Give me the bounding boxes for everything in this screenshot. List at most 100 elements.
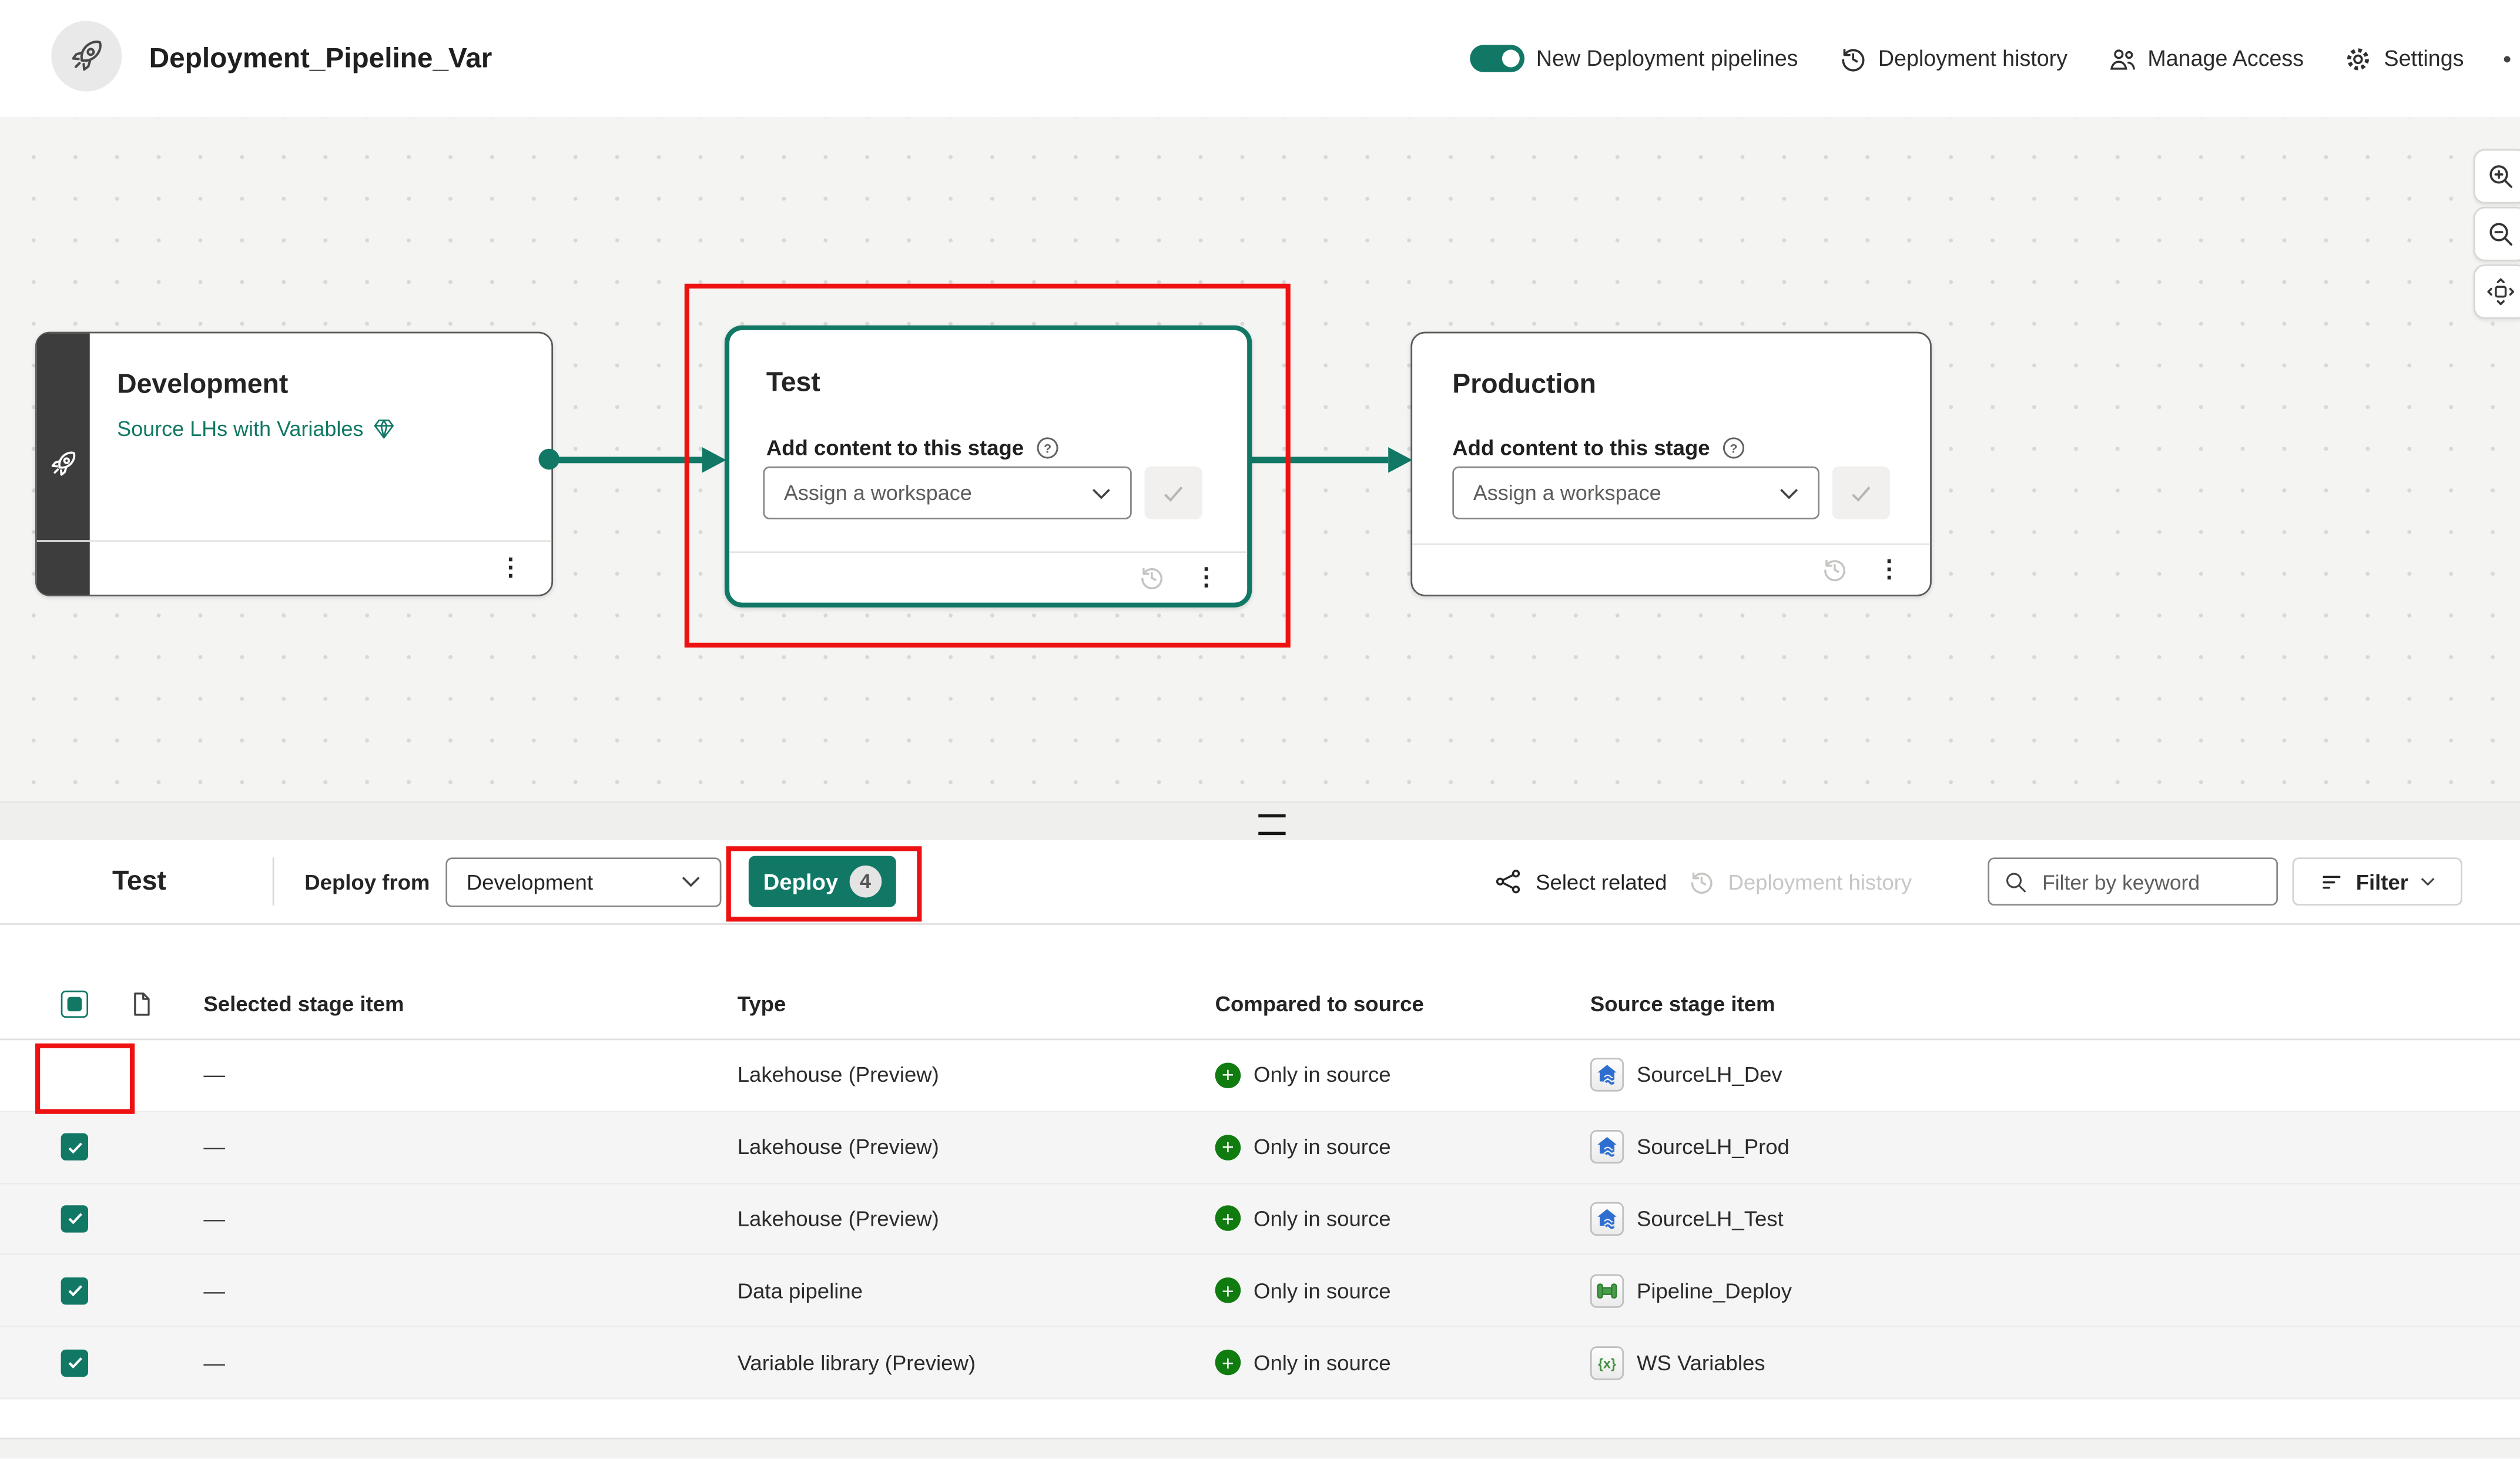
add-content-row: Add content to this stage ? [1452, 436, 1745, 460]
table-row[interactable]: — Variable library (Preview) + Only in s… [0, 1327, 2520, 1399]
rocket-icon [68, 37, 106, 75]
workspace-link[interactable]: Source LHs with Variables [117, 417, 396, 441]
confirm-assign-button[interactable] [1832, 467, 1890, 519]
plus-circle-icon: + [1215, 1062, 1241, 1088]
table-header: Selected stage item Type Compared to sou… [0, 968, 2520, 1041]
plus-circle-icon: + [1215, 1134, 1241, 1160]
keyword-filter-box [1988, 857, 2278, 905]
new-pipelines-toggle[interactable] [1470, 45, 1525, 72]
more-vertical-icon[interactable]: ⋮ [498, 556, 522, 581]
row-checkbox[interactable] [61, 1133, 88, 1161]
pipeline-logo [51, 21, 122, 91]
people-icon [2107, 44, 2136, 73]
chevron-down-icon [2421, 877, 2436, 886]
row-checkbox[interactable] [61, 1277, 88, 1304]
more-vertical-icon[interactable]: ⋮ [1194, 566, 1218, 590]
gem-icon [371, 417, 396, 441]
lakehouse-icon [1590, 1058, 1624, 1092]
column-header-compared[interactable]: Compared to source [1215, 991, 1590, 1015]
deployment-history-button-disabled[interactable]: Deployment history [1688, 840, 1912, 923]
chevron-down-icon [1092, 487, 1111, 499]
horizontal-scrollbar-track[interactable] [0, 1438, 2520, 1458]
check-icon [1848, 480, 1874, 506]
arrowhead-to-production [1388, 447, 1412, 473]
stage-card-test[interactable]: Test Add content to this stage ? Assign … [725, 326, 1252, 608]
add-content-row: Add content to this stage ? [766, 436, 1059, 460]
arrowhead-to-test [702, 447, 726, 473]
zoom-in-icon [2487, 162, 2515, 190]
deploy-count-badge: 4 [849, 866, 882, 898]
column-header-type[interactable]: Type [738, 991, 1215, 1015]
select-all-checkbox[interactable] [61, 990, 88, 1017]
row-checkbox[interactable] [61, 1205, 88, 1232]
plus-circle-icon: + [1215, 1206, 1241, 1232]
variable-library-icon: {x} [1590, 1346, 1624, 1379]
document-icon[interactable] [128, 990, 203, 1017]
plus-circle-icon: + [1215, 1350, 1241, 1376]
stage-card-production[interactable]: Production Add content to this stage ? A… [1410, 332, 1932, 596]
row-checkbox[interactable] [61, 1349, 88, 1376]
assign-workspace-dropdown[interactable]: Assign a workspace [763, 467, 1131, 519]
search-input[interactable] [2039, 868, 2262, 895]
stage-footer: ⋮ [1412, 544, 1930, 595]
panel-splitter[interactable] [0, 801, 2520, 841]
column-header-source[interactable]: Source stage item [1590, 991, 2520, 1015]
deploy-button[interactable]: Deploy 4 [749, 856, 896, 907]
pipeline-icon [1590, 1274, 1624, 1307]
more-vertical-icon[interactable]: ⋮ [1877, 558, 1901, 582]
drag-handle-icon[interactable] [1258, 814, 1285, 835]
chevron-down-icon [681, 875, 701, 888]
history-icon[interactable] [1821, 556, 1848, 583]
chevron-down-icon [1780, 487, 1799, 499]
divider [273, 857, 274, 905]
filter-icon [2319, 870, 2343, 894]
connector-dev-test [550, 457, 702, 462]
app-header: Deployment_Pipeline_Var New Deployment p… [0, 0, 2520, 119]
table-row[interactable]: — Lakehouse (Preview) + Only in source S… [0, 1184, 2520, 1256]
assign-workspace-row: Assign a workspace [1452, 467, 1890, 519]
stage-title: Test [766, 367, 820, 400]
deployment-pipeline-page: Deployment_Pipeline_Var New Deployment p… [0, 0, 2520, 1458]
history-icon[interactable] [1138, 564, 1165, 591]
manage-access-button[interactable]: Manage Access [2107, 44, 2304, 73]
rocket-icon [48, 449, 79, 479]
confirm-assign-button[interactable] [1145, 467, 1202, 519]
help-icon[interactable]: ? [1035, 436, 1059, 460]
fit-to-screen-button[interactable] [2474, 264, 2520, 319]
svg-text:{x}: {x} [1598, 1356, 1616, 1371]
toggle-label: New Deployment pipelines [1536, 46, 1798, 71]
table-row[interactable]: — Data pipeline + Only in source Pipelin… [0, 1256, 2520, 1327]
deploy-toolbar: Test Deploy from Development Deploy 4 Se… [0, 840, 2520, 925]
table-row[interactable]: — Lakehouse (Preview) + Only in source S… [0, 1040, 2520, 1112]
zoom-out-button[interactable] [2474, 207, 2520, 261]
deploy-from-dropdown[interactable]: Development [445, 857, 721, 907]
assign-workspace-row: Assign a workspace [763, 467, 1202, 519]
column-header-selected[interactable]: Selected stage item [203, 991, 737, 1015]
select-related-icon [1494, 867, 1523, 896]
settings-button[interactable]: Settings [2344, 44, 2464, 73]
select-related-button[interactable]: Select related [1494, 840, 1667, 923]
deploy-from-label: Deploy from [304, 840, 430, 923]
selected-stage-title: Test [112, 840, 166, 923]
zoom-in-button[interactable] [2474, 149, 2520, 204]
stage-card-development[interactable]: Development Source LHs with Variables ⋮ [35, 332, 553, 596]
lakehouse-icon [1590, 1202, 1624, 1236]
filter-button[interactable]: Filter [2293, 857, 2462, 905]
stage-footer: ⋮ [37, 540, 552, 595]
gear-icon [2344, 44, 2372, 73]
deployment-history-button[interactable]: Deployment history [1838, 44, 2067, 73]
stage-footer: ⋮ [729, 551, 1247, 602]
assign-workspace-dropdown[interactable]: Assign a workspace [1452, 467, 1819, 519]
zoom-out-icon [2487, 220, 2515, 249]
search-icon [2004, 870, 2028, 894]
history-icon [1838, 44, 1867, 73]
check-icon [1161, 480, 1187, 506]
more-icon[interactable] [2504, 55, 2511, 62]
connector-test-prod [1242, 457, 1388, 462]
help-icon[interactable]: ? [1721, 436, 1745, 460]
plus-circle-icon: + [1215, 1278, 1241, 1304]
stage-title: Production [1452, 368, 1596, 401]
table-row[interactable]: — Lakehouse (Preview) + Only in source S… [0, 1112, 2520, 1183]
history-icon [1688, 868, 1715, 895]
lakehouse-icon [1590, 1131, 1624, 1164]
